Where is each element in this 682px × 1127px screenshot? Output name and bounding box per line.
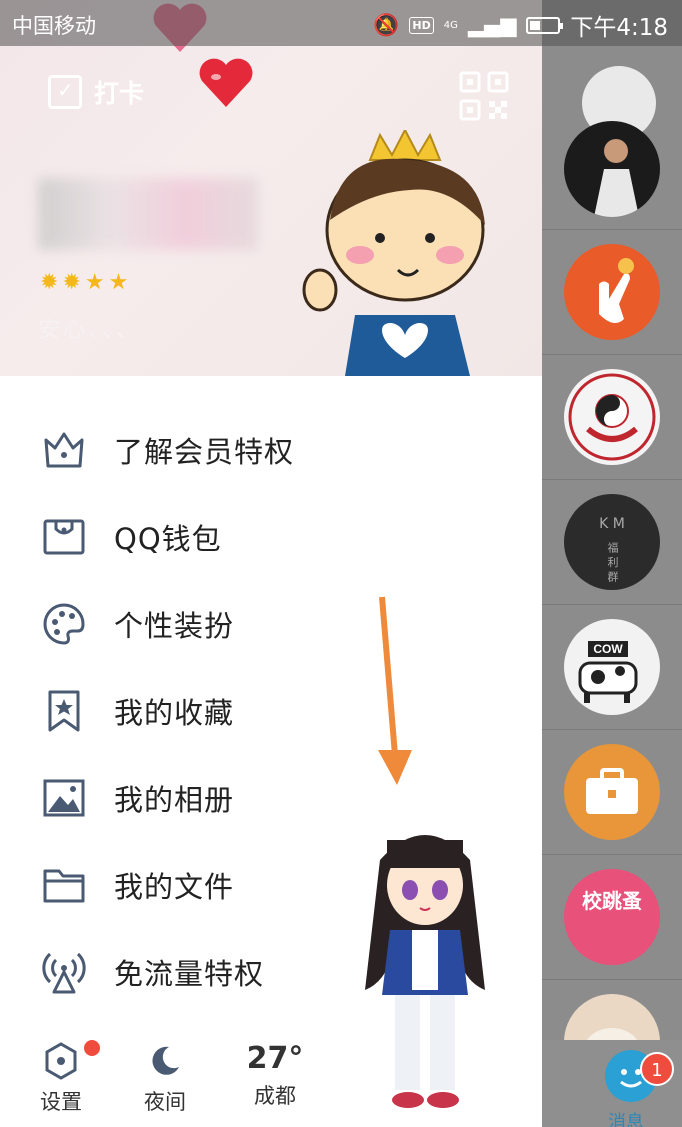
hand-logo-icon xyxy=(599,258,634,323)
menu-label: 我的文件 xyxy=(114,869,235,904)
heart-balloon-icon xyxy=(199,58,253,107)
nickname-blurred xyxy=(38,178,258,250)
hd-badge: HD xyxy=(409,16,434,34)
conversation-list-overlay[interactable]: K M 福 利 群 COW 校跳蚤 xyxy=(542,0,682,1127)
weather-button[interactable]: 27° 成都 xyxy=(244,1041,306,1110)
briefcase-icon xyxy=(586,768,638,814)
avatar: K M 福 利 群 xyxy=(564,494,660,590)
menu-label: 个性装扮 xyxy=(114,608,235,643)
settings-label: 设置 xyxy=(40,1090,82,1114)
antenna-icon xyxy=(42,952,86,993)
conversation-row[interactable]: COW xyxy=(542,605,682,730)
menu-label: 我的收藏 xyxy=(114,695,235,730)
qr-code-icon[interactable] xyxy=(458,70,510,122)
moon-icon xyxy=(152,1046,179,1075)
conversation-row[interactable]: 校跳蚤 xyxy=(542,855,682,980)
menu-label: 我的相册 xyxy=(114,782,235,817)
menu-item-favorites[interactable]: 我的收藏 xyxy=(0,667,542,754)
group-text-bottom: 福 利 群 xyxy=(606,542,619,582)
calendar-check-icon xyxy=(48,75,82,109)
conversation-row[interactable] xyxy=(542,230,682,355)
conversation-row[interactable]: K M 福 利 群 xyxy=(542,480,682,605)
xiaotiaozao-text: 校跳蚤 xyxy=(582,889,642,913)
bookmark-star-icon xyxy=(48,690,80,731)
settings-button[interactable]: 设置 xyxy=(38,1041,84,1116)
status-bar: 中国移动 🔕 HD 4G ▂▄▆ 下午4:18 xyxy=(0,0,682,46)
battery-icon xyxy=(526,16,564,34)
group-text-top: K M xyxy=(599,516,625,532)
signal-icon: ▂▄▆ xyxy=(467,13,517,37)
personal-signature[interactable]: 安心、、、 xyxy=(38,312,141,344)
checkin-label: 打卡 xyxy=(94,79,145,108)
cow-text: COW xyxy=(593,642,623,656)
carrier-label: 中国移动 xyxy=(12,14,96,38)
menu-item-wallet[interactable]: QQ钱包 xyxy=(0,493,542,580)
hexagon-gear-icon xyxy=(45,1042,77,1080)
drawer-bottom-bar: 设置 夜间 27° 成都 xyxy=(0,1035,542,1127)
conversation-row[interactable] xyxy=(542,730,682,855)
menu-label: 了解会员特权 xyxy=(114,434,295,469)
avatar xyxy=(564,369,660,465)
night-mode-button[interactable]: 夜间 xyxy=(142,1041,188,1116)
conversation-row[interactable] xyxy=(542,105,682,230)
avatar: 校跳蚤 xyxy=(564,869,660,965)
level-stars[interactable]: ✹ ✹ ★ ★ xyxy=(40,270,128,295)
folder-icon xyxy=(43,869,85,902)
star-level-icon: ★ xyxy=(84,270,105,295)
university-seal-icon xyxy=(568,373,656,461)
menu-item-theme[interactable]: 个性装扮 xyxy=(0,580,542,667)
notification-dot xyxy=(84,1040,100,1056)
crown-icon xyxy=(44,432,84,467)
orange-arrow-annotation xyxy=(378,596,412,785)
mute-icon: 🔕 xyxy=(373,12,400,37)
image-icon xyxy=(43,779,85,816)
conversation-row[interactable] xyxy=(542,355,682,480)
checkin-button[interactable]: 打卡 xyxy=(48,74,144,110)
city-label: 成都 xyxy=(254,1084,296,1108)
avatar xyxy=(564,744,660,840)
star-level-icon: ★ xyxy=(108,270,129,295)
menu-label: 免流量特权 xyxy=(114,956,265,991)
avatar xyxy=(564,244,660,340)
network-type: 4G xyxy=(443,19,458,31)
cartoon-boy-illustration xyxy=(302,130,485,376)
profile-header: 打卡 ✹ ✹ ★ ★ 安心、、、 xyxy=(0,0,542,376)
clock: 下午4:18 xyxy=(570,15,668,41)
night-label: 夜间 xyxy=(144,1090,186,1114)
sun-level-icon: ✹ xyxy=(62,270,81,295)
temperature: 27° xyxy=(246,1041,304,1076)
menu-label: QQ钱包 xyxy=(114,521,222,556)
cow-logo-icon: COW xyxy=(578,641,638,703)
unread-badge: 1 xyxy=(640,1052,674,1086)
person-photo-icon xyxy=(594,139,639,217)
avatar xyxy=(564,121,660,217)
avatar: COW xyxy=(564,619,660,715)
menu-item-vip[interactable]: 了解会员特权 xyxy=(0,406,542,493)
palette-icon xyxy=(43,602,85,645)
sun-level-icon: ✹ xyxy=(40,270,59,295)
messages-tab-label[interactable]: 消息 xyxy=(608,1108,644,1127)
wallet-icon xyxy=(43,519,85,554)
